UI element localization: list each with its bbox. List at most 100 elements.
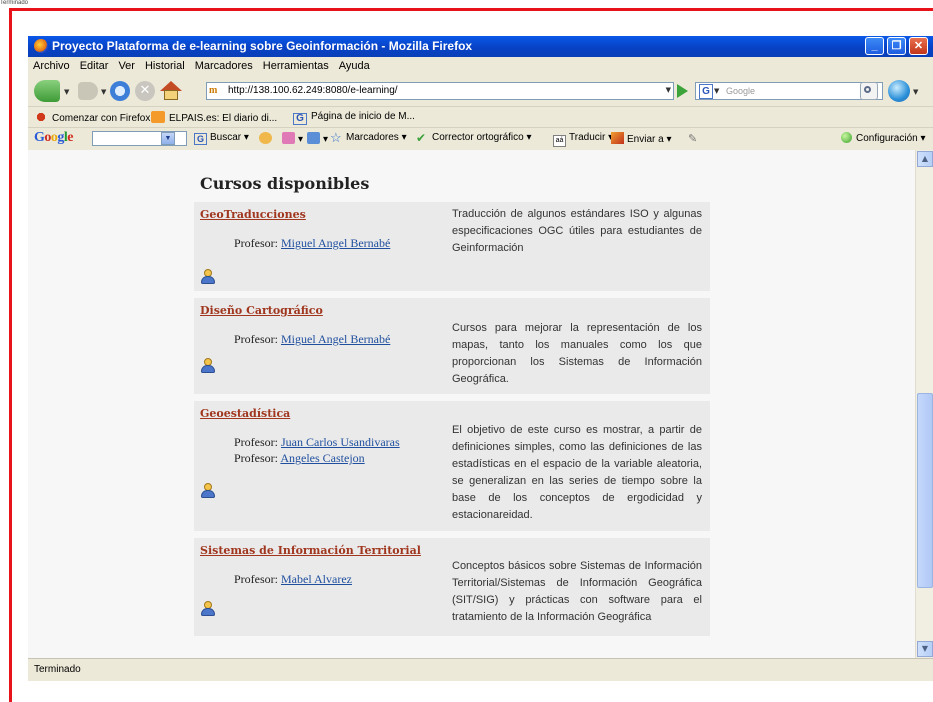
status-bar: Terminado (28, 658, 933, 681)
bookmark-label: ELPAIS.es: El diario di... (169, 113, 278, 124)
settings-status-icon (841, 132, 852, 143)
professor-link[interactable]: Juan Carlos Usandivaras (281, 435, 400, 449)
translate-icon: aá (553, 135, 566, 147)
window-title: Proyecto Plataforma de e-learning sobre … (52, 39, 473, 53)
go-button[interactable] (677, 84, 688, 98)
enrol-user-icon[interactable] (201, 601, 215, 616)
course-title-link[interactable]: Geoestadística (200, 407, 290, 420)
popup-blocker-icon (282, 132, 295, 144)
pencil-icon: ✎ (688, 133, 698, 145)
extension-icon[interactable] (888, 80, 910, 102)
google-toolbar: Google ▼ G Buscar ▾ ▾ ▾ ☆ Marcadores ▾ ✔ Co… (28, 127, 933, 151)
professor-line: Profesor: Miguel Angel Bernabé (234, 236, 391, 250)
search-engine-icon[interactable]: G (699, 84, 713, 99)
google-extra-button[interactable] (259, 132, 275, 145)
course-card: Diseño Cartográfico Profesor: Miguel Ang… (194, 298, 710, 394)
menu-herramientas[interactable]: Herramientas (258, 57, 334, 72)
red-frame-left (9, 8, 12, 702)
search-engine-dropdown-icon[interactable]: ▼ (714, 87, 719, 95)
forward-history-caret-icon[interactable]: ▼ (101, 88, 106, 96)
menu-editar[interactable]: Editar (75, 57, 114, 72)
extension-caret-icon[interactable]: ▼ (913, 88, 918, 96)
course-description: Traducción de algunos estándares ISO y a… (452, 208, 702, 254)
enrol-user-icon[interactable] (201, 358, 215, 373)
menu-ayuda[interactable]: Ayuda (334, 57, 375, 72)
course-description: El objetivo de este curso es mostrar, a … (452, 424, 702, 521)
professor-link[interactable]: Miguel Angel Bernabé (281, 236, 390, 250)
bookmark-inicio[interactable]: G Página de inicio de M... (293, 111, 415, 125)
minimize-button[interactable]: _ (865, 37, 884, 55)
url-text[interactable]: http://138.100.62.249:8080/e-learning/ (228, 85, 398, 96)
forward-button[interactable] (78, 82, 98, 100)
maximize-button[interactable]: ❐ (887, 37, 906, 55)
search-bar[interactable]: G ▼ Google (695, 82, 883, 100)
enrol-user-icon[interactable] (201, 269, 215, 284)
course-title-link[interactable]: Sistemas de Información Territorial (200, 544, 421, 557)
menu-archivo[interactable]: Archivo (28, 57, 75, 72)
navigation-toolbar: ▼ ▼ ✕ m http://138.100.62.249:8080/e-lea… (28, 76, 933, 106)
title-bar[interactable]: Proyecto Plataforma de e-learning sobre … (28, 36, 933, 57)
rss-icon (151, 111, 165, 123)
bookmark-label: Página de inicio de M... (311, 111, 415, 122)
enrol-user-icon[interactable] (201, 483, 215, 498)
url-dropdown-icon[interactable]: ▼ (666, 86, 671, 94)
firefox-logo-icon (34, 39, 48, 53)
course-description: Conceptos básicos sobre Sistemas de Info… (452, 560, 702, 623)
professor-line: Profesor: Miguel Angel Bernabé (234, 332, 391, 346)
outer-status-text: Terminado (0, 0, 29, 6)
stop-button[interactable]: ✕ (135, 81, 155, 101)
professor-line: Profesor: Juan Carlos Usandivaras (234, 435, 400, 449)
google-news-button[interactable]: ▾ (307, 132, 328, 145)
course-card: Sistemas de Información Territorial Prof… (194, 538, 710, 636)
course-card: Geoestadística Profesor: Juan Carlos Usa… (194, 401, 710, 531)
settings-button[interactable]: Configuración ▾ (841, 132, 926, 144)
google-search-button[interactable]: G Buscar ▾ (194, 132, 249, 145)
close-button[interactable]: ✕ (909, 37, 928, 55)
professor-link[interactable]: Angeles Castejon (280, 451, 364, 465)
status-text: Terminado (34, 664, 81, 675)
professor-link[interactable]: Mabel Alvarez (281, 572, 352, 586)
url-bar[interactable]: m http://138.100.62.249:8080/e-learning/… (206, 82, 674, 100)
vertical-scrollbar[interactable]: ▲ ▼ (915, 150, 933, 658)
menu-bar: Archivo Editar Ver Historial Marcadores Herra… (28, 57, 933, 94)
site-favicon-icon: m (209, 85, 225, 97)
page-title: Cursos disponibles (200, 174, 370, 193)
menu-historial[interactable]: Historial (140, 57, 190, 72)
bookmark-elpais[interactable]: ELPAIS.es: El diario di... (151, 111, 277, 124)
bookmarks-toolbar: Comenzar con Firefox ELPAIS.es: El diari… (28, 106, 933, 128)
google-bookmarks-button[interactable]: ☆ Marcadores ▾ (330, 131, 407, 144)
course-card: GeoTraducciones Profesor: Miguel Angel B… (194, 202, 710, 291)
home-button[interactable] (160, 81, 182, 101)
professor-line: Profesor: Mabel Alvarez (234, 572, 352, 586)
back-history-caret-icon[interactable]: ▼ (64, 88, 69, 96)
scroll-thumb[interactable] (917, 393, 933, 588)
pagerank-icon (259, 132, 272, 144)
course-title-link[interactable]: Diseño Cartográfico (200, 304, 323, 317)
firefox-icon (34, 111, 48, 123)
course-description: Cursos para mejorar la representación de… (452, 322, 702, 385)
course-title-link[interactable]: GeoTraducciones (200, 208, 306, 221)
scroll-up-button[interactable]: ▲ (917, 151, 933, 167)
spell-check-icon: ✔ (416, 131, 427, 145)
back-button[interactable] (34, 80, 60, 102)
spell-check-button[interactable]: ✔ Corrector ortográfico ▾ (416, 132, 532, 144)
menu-ver[interactable]: Ver (113, 57, 140, 72)
home-body-icon (164, 90, 178, 100)
search-input[interactable]: Google (726, 86, 755, 96)
reload-button[interactable] (110, 81, 130, 101)
google-logo: Google (34, 130, 73, 145)
highlight-button[interactable]: ✎ (688, 132, 704, 145)
professor-link[interactable]: Miguel Angel Bernabé (281, 332, 390, 346)
news-icon (307, 132, 320, 144)
google-icon: G (293, 113, 307, 125)
translate-button[interactable]: aá Traducir ▾ (553, 132, 613, 147)
bookmark-comenzar[interactable]: Comenzar con Firefox (34, 111, 150, 124)
send-icon (611, 132, 624, 144)
search-magnifier-icon[interactable] (860, 82, 878, 100)
red-frame-top (9, 8, 933, 11)
google-search-dropdown-icon[interactable]: ▼ (161, 132, 175, 145)
menu-marcadores[interactable]: Marcadores (190, 57, 258, 72)
scroll-down-button[interactable]: ▼ (917, 641, 933, 657)
send-to-button[interactable]: Enviar a ▾ (611, 132, 672, 145)
google-popup-button[interactable]: ▾ (282, 132, 303, 145)
